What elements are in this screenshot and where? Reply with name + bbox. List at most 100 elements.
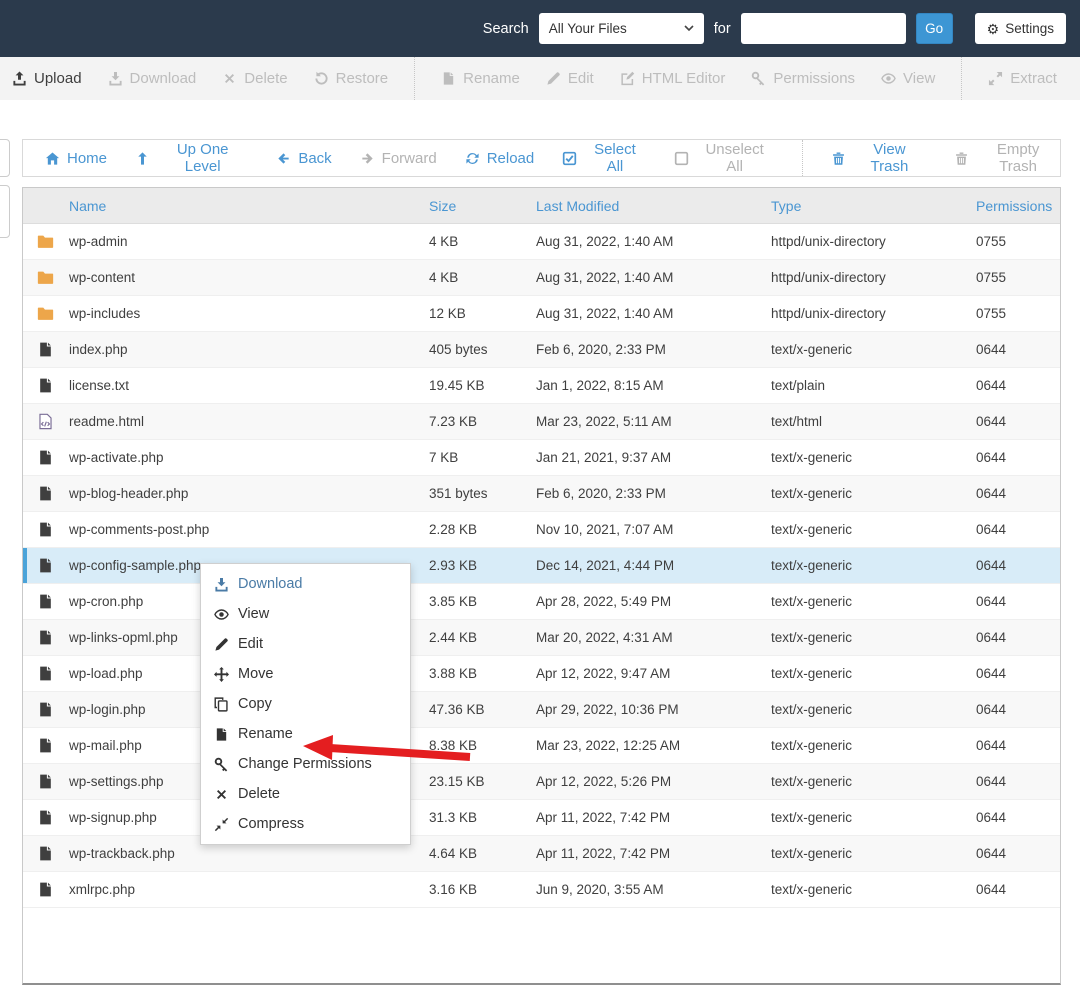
file-type: text/x-generic bbox=[771, 702, 976, 717]
column-header-size[interactable]: Size bbox=[429, 198, 536, 214]
file-type: httpd/unix-directory bbox=[771, 234, 976, 249]
file-size: 2.28 KB bbox=[429, 522, 536, 537]
file-permissions: 0644 bbox=[976, 702, 1060, 717]
table-row[interactable]: wp-blog-header.php 351 bytes Feb 6, 2020… bbox=[23, 476, 1060, 512]
file-modified: Apr 12, 2022, 9:47 AM bbox=[536, 666, 771, 681]
file-size: 8.38 KB bbox=[429, 738, 536, 753]
toolbar-divider bbox=[414, 57, 415, 100]
table-row[interactable]: wp-trackback.php 4.64 KB Apr 11, 2022, 7… bbox=[23, 836, 1060, 872]
table-row[interactable]: index.php 405 bytes Feb 6, 2020, 2:33 PM… bbox=[23, 332, 1060, 368]
context-menu-view[interactable]: View bbox=[201, 599, 410, 629]
file-modified: Aug 31, 2022, 1:40 AM bbox=[536, 306, 771, 321]
nav-up-one-level-button[interactable]: Up One Level bbox=[135, 141, 248, 175]
toolbar-download-button[interactable]: Download bbox=[108, 70, 197, 87]
table-row[interactable]: wp-config-sample.php 2.93 KB Dec 14, 202… bbox=[23, 548, 1060, 584]
search-scope-select[interactable]: All Your Files bbox=[539, 13, 704, 44]
table-row[interactable]: wp-mail.php 8.38 KB Mar 23, 2022, 12:25 … bbox=[23, 728, 1060, 764]
file-modified: Aug 31, 2022, 1:40 AM bbox=[536, 234, 771, 249]
nav-forward-button[interactable]: Forward bbox=[360, 150, 437, 167]
move-icon bbox=[214, 667, 229, 682]
file-icon bbox=[37, 845, 54, 862]
table-row[interactable]: wp-admin 4 KB Aug 31, 2022, 1:40 AM http… bbox=[23, 224, 1060, 260]
file-name: wp-admin bbox=[69, 234, 429, 249]
file-modified: Jan 1, 2022, 8:15 AM bbox=[536, 378, 771, 393]
toolbar-restore-button[interactable]: Restore bbox=[314, 70, 389, 87]
table-row[interactable]: wp-content 4 KB Aug 31, 2022, 1:40 AM ht… bbox=[23, 260, 1060, 296]
toolbar-permissions-button[interactable]: Permissions bbox=[751, 70, 855, 87]
file-modified: Jun 9, 2020, 3:55 AM bbox=[536, 882, 771, 897]
file-icon bbox=[37, 557, 54, 574]
nav-unselect-all-button[interactable]: Unselect All bbox=[674, 141, 774, 175]
table-row[interactable]: wp-includes 12 KB Aug 31, 2022, 1:40 AM … bbox=[23, 296, 1060, 332]
edit-square-icon bbox=[620, 71, 635, 86]
column-header-permissions[interactable]: Permissions bbox=[976, 198, 1060, 214]
toolbar-delete-button[interactable]: Delete bbox=[222, 70, 287, 87]
table-row[interactable]: wp-load.php 3.88 KB Apr 12, 2022, 9:47 A… bbox=[23, 656, 1060, 692]
file-permissions: 0644 bbox=[976, 774, 1060, 789]
context-menu-edit[interactable]: Edit bbox=[201, 629, 410, 659]
nav-view-trash-button[interactable]: View Trash bbox=[831, 141, 927, 175]
toolbar-extract-button[interactable]: Extract bbox=[988, 70, 1057, 87]
table-row[interactable]: xmlrpc.php 3.16 KB Jun 9, 2020, 3:55 AM … bbox=[23, 872, 1060, 908]
context-menu-change-permissions[interactable]: Change Permissions bbox=[201, 749, 410, 779]
file-type: text/plain bbox=[771, 378, 976, 393]
toolbar-view-button[interactable]: View bbox=[881, 70, 935, 87]
column-header-name[interactable]: Name bbox=[69, 198, 429, 214]
nav-back-button[interactable]: Back bbox=[276, 150, 331, 167]
table-row[interactable]: readme.html 7.23 KB Mar 23, 2022, 5:11 A… bbox=[23, 404, 1060, 440]
toolbar-rename-button[interactable]: Rename bbox=[441, 70, 520, 87]
table-row[interactable]: wp-login.php 47.36 KB Apr 29, 2022, 10:3… bbox=[23, 692, 1060, 728]
file-name: wp-activate.php bbox=[69, 450, 429, 465]
file-permissions: 0644 bbox=[976, 378, 1060, 393]
restore-icon bbox=[314, 71, 329, 86]
file-size: 12 KB bbox=[429, 306, 536, 321]
column-header-last-modified[interactable]: Last Modified bbox=[536, 198, 771, 214]
file-name: wp-trackback.php bbox=[69, 846, 429, 861]
table-row[interactable]: wp-settings.php 23.15 KB Apr 12, 2022, 5… bbox=[23, 764, 1060, 800]
table-row[interactable]: wp-comments-post.php 2.28 KB Nov 10, 202… bbox=[23, 512, 1060, 548]
search-input[interactable] bbox=[741, 13, 906, 44]
key-icon bbox=[751, 71, 766, 86]
toolbar-edit-button[interactable]: Edit bbox=[546, 70, 594, 87]
file-modified: Feb 6, 2020, 2:33 PM bbox=[536, 486, 771, 501]
table-row[interactable]: wp-cron.php 3.85 KB Apr 28, 2022, 5:49 P… bbox=[23, 584, 1060, 620]
html-file-icon bbox=[37, 413, 54, 430]
file-icon bbox=[37, 881, 54, 898]
file-permissions: 0755 bbox=[976, 234, 1060, 249]
column-header-type[interactable]: Type bbox=[771, 198, 976, 214]
file-type: text/x-generic bbox=[771, 846, 976, 861]
file-type: httpd/unix-directory bbox=[771, 306, 976, 321]
file-icon bbox=[441, 71, 456, 86]
nav-select-all-button[interactable]: Select All bbox=[562, 141, 645, 175]
context-menu-download[interactable]: Download bbox=[201, 569, 410, 599]
file-type: text/x-generic bbox=[771, 810, 976, 825]
go-button[interactable]: Go bbox=[916, 13, 953, 44]
file-type: text/x-generic bbox=[771, 882, 976, 897]
search-label: Search bbox=[483, 21, 529, 37]
file-type: text/x-generic bbox=[771, 630, 976, 645]
context-menu-copy[interactable]: Copy bbox=[201, 689, 410, 719]
nav-home-button[interactable]: Home bbox=[45, 150, 107, 167]
context-menu-rename[interactable]: Rename bbox=[201, 719, 410, 749]
table-row[interactable]: wp-links-opml.php 2.44 KB Mar 20, 2022, … bbox=[23, 620, 1060, 656]
checkbox-empty-icon bbox=[674, 151, 689, 166]
file-icon bbox=[37, 737, 54, 754]
toolbar-divider bbox=[802, 140, 803, 176]
context-menu-compress[interactable]: Compress bbox=[201, 809, 410, 839]
nav-reload-button[interactable]: Reload bbox=[465, 150, 535, 167]
toolbar-upload-button[interactable]: Upload bbox=[12, 70, 82, 87]
context-menu-move[interactable]: Move bbox=[201, 659, 410, 689]
topbar: Search All Your Files for Go ⚙ Settings bbox=[0, 0, 1080, 57]
toolbar-html-editor-button[interactable]: HTML Editor bbox=[620, 70, 726, 87]
action-toolbar: Upload Download Delete Restore Rename Edit HTM… bbox=[0, 57, 1080, 100]
file-icon bbox=[37, 629, 54, 646]
file-size: 23.15 KB bbox=[429, 774, 536, 789]
settings-button[interactable]: ⚙ Settings bbox=[975, 13, 1066, 44]
table-row[interactable]: wp-activate.php 7 KB Jan 21, 2021, 9:37 … bbox=[23, 440, 1060, 476]
table-row[interactable]: license.txt 19.45 KB Jan 1, 2022, 8:15 A… bbox=[23, 368, 1060, 404]
table-row[interactable]: wp-signup.php 31.3 KB Apr 11, 2022, 7:42… bbox=[23, 800, 1060, 836]
file-name: index.php bbox=[69, 342, 429, 357]
file-modified: Mar 20, 2022, 4:31 AM bbox=[536, 630, 771, 645]
context-menu-delete[interactable]: Delete bbox=[201, 779, 410, 809]
nav-empty-trash-button[interactable]: Empty Trash bbox=[954, 141, 1060, 175]
